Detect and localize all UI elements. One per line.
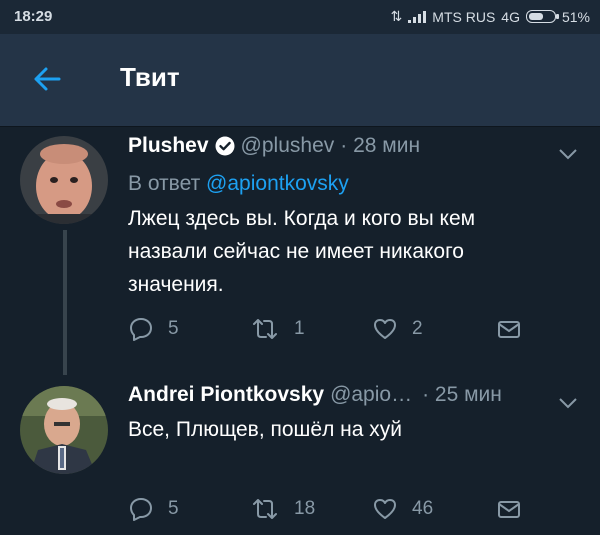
battery-icon (525, 10, 559, 23)
retweet-button[interactable]: 18 (250, 496, 315, 522)
retweet-count: 18 (294, 498, 316, 519)
retweet-icon (253, 319, 277, 339)
tweet-actions: 5 18 46 (128, 496, 528, 526)
heart-icon (374, 319, 396, 339)
reply-prefix: В ответ (128, 172, 201, 195)
chevron-down-icon[interactable] (558, 148, 578, 160)
signal-icon (408, 10, 427, 23)
retweet-button[interactable]: 1 (250, 316, 305, 342)
status-right: ⇅ MTS RUS 4G 51% (391, 8, 590, 25)
author-name[interactable]: Andrei Piontkovsky (128, 383, 324, 407)
carrier-label: MTS RUS (432, 8, 496, 25)
battery-percent: 51% (561, 8, 590, 25)
back-arrow-icon[interactable] (32, 64, 62, 94)
tweet-time: · 28 мин (340, 134, 421, 157)
page-title: Твит (120, 62, 180, 92)
tweet-header: Plushev @plushev · 28 мин (128, 134, 420, 158)
tweet-text-line: Лжец здесь вы. Когда и кого вы кем (128, 207, 476, 230)
like-count: 46 (412, 498, 434, 519)
tweet-time: · 25 мин (422, 383, 502, 406)
app-bar: Твит (0, 34, 600, 127)
tweet-text-line: Все, Плющев, пошёл на хуй (128, 418, 403, 441)
like-button[interactable]: 46 (372, 496, 433, 522)
reply-handle-link[interactable]: @apiontkovsky (206, 172, 349, 195)
author-handle[interactable]: @apio… (330, 383, 412, 407)
status-time: 18:29 (14, 8, 53, 25)
retweet-count: 1 (294, 318, 305, 339)
share-button[interactable] (496, 316, 522, 342)
author-name[interactable]: Plushev (128, 134, 209, 158)
tweet-card[interactable]: Andrei Piontkovsky @apio… · 25 мин Все, … (0, 371, 600, 535)
like-count: 2 (412, 318, 423, 339)
like-button[interactable]: 2 (372, 316, 423, 342)
share-button[interactable] (496, 496, 522, 522)
tweet-text: Все, Плющев, пошёл на хуй (128, 413, 578, 446)
reply-icon (130, 498, 152, 521)
envelope-icon (498, 321, 520, 338)
reply-icon (130, 318, 152, 341)
retweet-icon (253, 499, 277, 519)
network-label: 4G (501, 8, 520, 25)
tweet-actions: 5 1 2 (128, 316, 528, 346)
author-handle[interactable]: @plushev (241, 134, 335, 158)
reply-count: 5 (168, 318, 179, 339)
tweet-card[interactable]: Plushev @plushev · 28 мин В ответ @apion… (0, 126, 600, 371)
heart-icon (374, 499, 396, 519)
reply-count: 5 (168, 498, 179, 519)
reply-button[interactable]: 5 (128, 496, 179, 522)
tweet-text: Лжец здесь вы. Когда и кого вы кем назва… (128, 202, 578, 301)
tweet-text-line: назвали сейчас не имеет никакого (128, 240, 464, 263)
status-bar: 18:29 ⇅ MTS RUS 4G 51% (0, 0, 600, 34)
envelope-icon (498, 501, 520, 518)
tweet-text-line: значения. (128, 273, 224, 296)
verified-icon (215, 136, 235, 156)
chevron-down-icon[interactable] (558, 397, 578, 409)
avatar[interactable] (20, 386, 108, 474)
avatar[interactable] (20, 136, 108, 224)
reply-button[interactable]: 5 (128, 316, 179, 342)
tweet-header: Andrei Piontkovsky @apio… · 25 мин (128, 383, 502, 407)
data-arrows-icon: ⇅ (390, 8, 403, 24)
reply-context: В ответ @apiontkovsky (128, 172, 349, 196)
